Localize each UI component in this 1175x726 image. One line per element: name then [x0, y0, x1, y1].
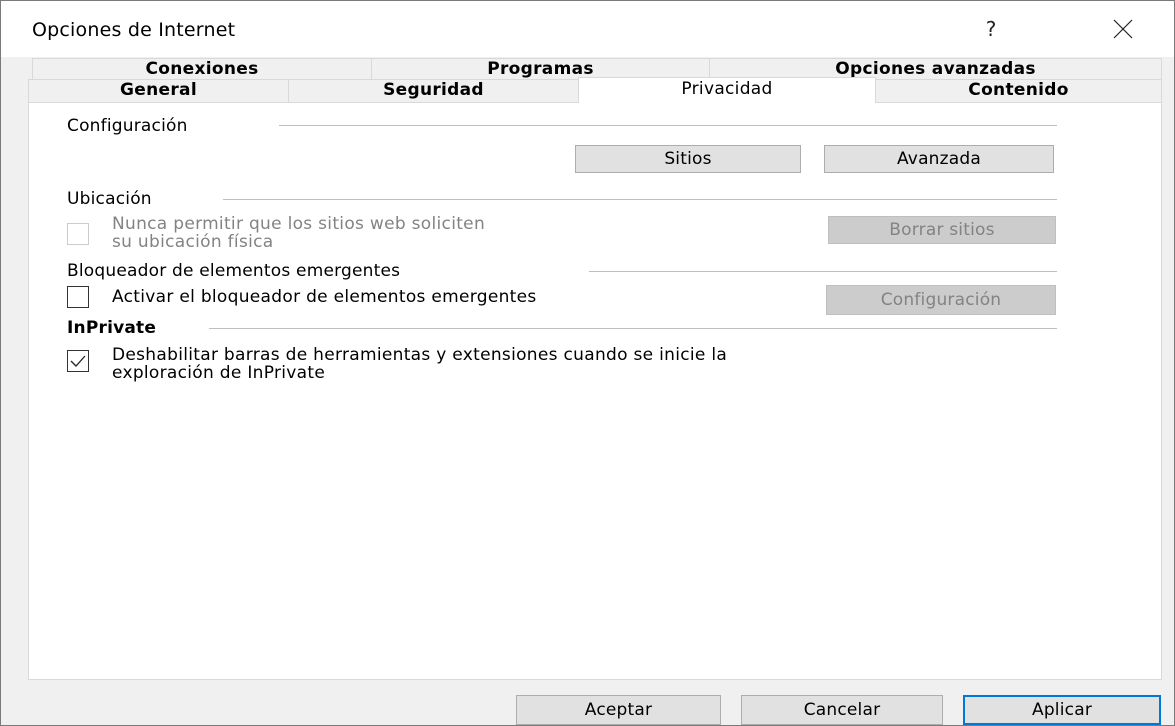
sites-button[interactable]: Sitios	[575, 145, 801, 173]
close-icon	[1113, 19, 1133, 39]
help-button[interactable]: ?	[971, 9, 1011, 49]
popup-blocker-settings-button[interactable]: Configuración	[826, 285, 1056, 315]
cancel-button[interactable]: Cancelar	[741, 695, 943, 725]
close-button[interactable]	[1099, 9, 1147, 49]
location-checkbox-label-line1: Nunca permitir que los sitios web solici…	[112, 214, 486, 234]
inprivate-checkbox-label-line2: exploración de InPrivate	[112, 363, 326, 383]
title-bar: Opciones de Internet ?	[1, 1, 1174, 57]
tab-seguridad[interactable]: Seguridad	[288, 79, 579, 102]
ubicacion-group-label: Ubicación	[67, 189, 152, 209]
internet-options-dialog: Opciones de Internet ? Conexiones Progra…	[0, 0, 1175, 726]
popup-blocker-group-label: Bloqueador de elementos emergentes	[67, 261, 401, 281]
clear-sites-button[interactable]: Borrar sitios	[828, 216, 1056, 244]
tab-conexiones[interactable]: Conexiones	[32, 58, 372, 81]
location-checkbox[interactable]	[67, 223, 89, 245]
checkmark-icon	[70, 355, 86, 367]
tab-contenido[interactable]: Contenido	[875, 79, 1162, 102]
configuracion-group-label: Configuración	[67, 116, 188, 136]
inprivate-group-label: InPrivate	[67, 318, 157, 338]
ubicacion-divider	[223, 199, 1057, 200]
inprivate-divider	[209, 328, 1057, 329]
configuracion-divider	[279, 125, 1057, 126]
popup-blocker-divider	[589, 271, 1057, 272]
advanced-button[interactable]: Avanzada	[824, 145, 1054, 173]
apply-button[interactable]: Aplicar	[963, 695, 1161, 725]
window-title: Opciones de Internet	[32, 19, 236, 41]
popup-blocker-checkbox-label: Activar el bloqueador de elementos emerg…	[112, 287, 537, 307]
ok-button[interactable]: Aceptar	[516, 695, 721, 725]
popup-blocker-checkbox[interactable]	[67, 286, 89, 308]
inprivate-checkbox-label-line1: Deshabilitar barras de herramientas y ex…	[112, 345, 728, 365]
inprivate-checkbox[interactable]	[67, 350, 89, 372]
tab-privacidad[interactable]: Privacidad	[578, 77, 876, 103]
privacy-tab-panel: Configuración Sitios Avanzada Ubicación …	[28, 102, 1162, 680]
location-checkbox-label-line2: su ubicación física	[112, 232, 274, 252]
tab-general[interactable]: General	[28, 79, 289, 102]
